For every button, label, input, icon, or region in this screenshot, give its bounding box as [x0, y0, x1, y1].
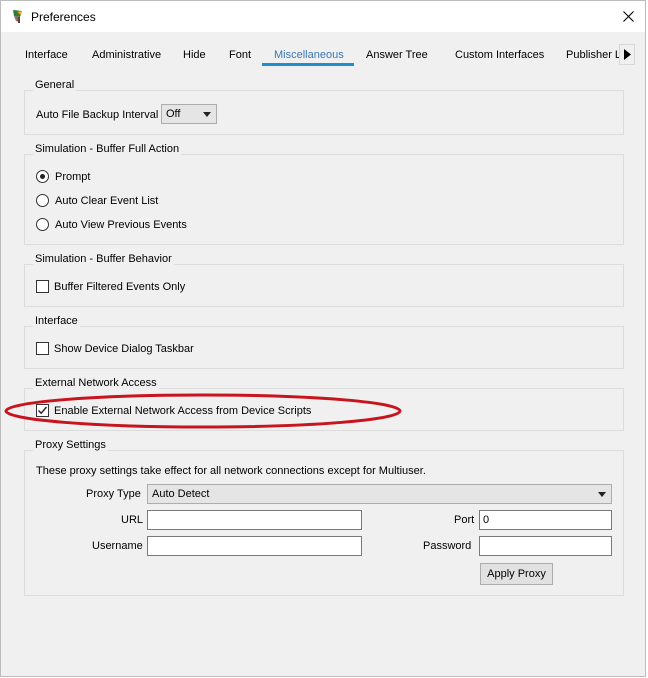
external-network-title: External Network Access [33, 377, 159, 389]
tab-publisher[interactable]: Publisher Li [566, 49, 623, 61]
proxy-type-label: Proxy Type [86, 488, 141, 500]
backup-interval-label: Auto File Backup Interval [36, 109, 159, 121]
device-taskbar-checkbox[interactable] [36, 342, 49, 355]
buffer-filtered-label[interactable]: Buffer Filtered Events Only [54, 281, 185, 293]
buffer-behavior-title: Simulation - Buffer Behavior [33, 253, 174, 265]
url-label: URL [121, 514, 144, 526]
username-input[interactable] [147, 536, 362, 556]
close-icon[interactable] [622, 11, 634, 22]
preferences-window: Preferences Interface Administrative Hid… [0, 0, 646, 677]
prompt-radio[interactable] [36, 170, 49, 183]
password-input[interactable] [479, 536, 612, 556]
buffer-full-action-title: Simulation - Buffer Full Action [33, 143, 182, 155]
backup-interval-value: Off [166, 108, 181, 120]
proxy-type-select[interactable]: Auto Detect [147, 484, 612, 504]
window-title: Preferences [31, 10, 96, 24]
auto-clear-radio[interactable] [36, 194, 49, 207]
checkmark-icon [38, 406, 48, 415]
device-taskbar-label[interactable]: Show Device Dialog Taskbar [54, 343, 194, 355]
tab-answer-tree[interactable]: Answer Tree [366, 49, 428, 61]
url-input[interactable] [147, 510, 362, 530]
tab-custom-interfaces[interactable]: Custom Interfaces [455, 49, 544, 61]
enable-external-access-checkbox[interactable] [36, 404, 49, 417]
general-group-title: General [33, 79, 77, 91]
tab-font[interactable]: Font [229, 49, 251, 61]
port-input[interactable] [479, 510, 612, 530]
active-tab-indicator [262, 63, 354, 66]
chevron-down-icon [598, 492, 606, 497]
apply-proxy-button[interactable]: Apply Proxy [480, 563, 553, 585]
enable-external-access-label[interactable]: Enable External Network Access from Devi… [54, 405, 311, 417]
backup-interval-select[interactable]: Off [161, 104, 217, 124]
port-label: Port [454, 514, 475, 526]
tab-miscellaneous[interactable]: Miscellaneous [274, 49, 344, 61]
tab-administrative[interactable]: Administrative [92, 49, 161, 61]
auto-clear-label[interactable]: Auto Clear Event List [55, 195, 158, 207]
prompt-label[interactable]: Prompt [55, 171, 90, 183]
tab-interface[interactable]: Interface [25, 49, 68, 61]
proxy-settings-title: Proxy Settings [33, 439, 108, 451]
title-bar[interactable]: Preferences [1, 1, 645, 32]
close-button[interactable] [611, 1, 645, 32]
tab-scroll-right-button[interactable] [619, 44, 635, 65]
interface-group-title: Interface [33, 315, 80, 327]
buffer-filtered-checkbox[interactable] [36, 280, 49, 293]
triangle-right-icon [623, 49, 631, 60]
username-label: Username [92, 540, 143, 552]
chevron-down-icon [203, 112, 211, 117]
proxy-note: These proxy settings take effect for all… [36, 465, 426, 477]
proxy-type-value: Auto Detect [152, 488, 210, 500]
tab-hide[interactable]: Hide [183, 49, 206, 61]
app-icon [13, 10, 22, 23]
auto-view-label[interactable]: Auto View Previous Events [55, 219, 187, 231]
password-label: Password [423, 540, 472, 552]
auto-view-radio[interactable] [36, 218, 49, 231]
